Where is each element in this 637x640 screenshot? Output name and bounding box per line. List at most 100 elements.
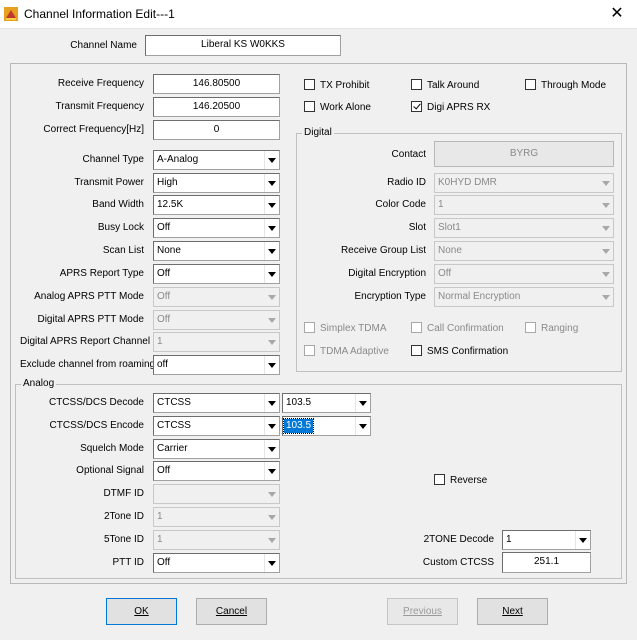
chevron-down-icon[interactable] — [264, 417, 279, 435]
band-width-label: Band Width — [92, 199, 144, 210]
five-tone-id-select[interactable]: 1 — [153, 530, 280, 550]
transmit-power-label: Transmit Power — [74, 177, 144, 188]
talk-around-checkbox[interactable]: Talk Around — [411, 79, 479, 92]
checkbox-icon[interactable] — [434, 474, 445, 485]
channel-type-select[interactable]: A-Analog — [153, 150, 280, 170]
chevron-down-icon — [598, 265, 613, 283]
checkbox-icon[interactable] — [411, 322, 422, 333]
chevron-down-icon[interactable] — [264, 356, 279, 374]
ranging-checkbox[interactable]: Ranging — [525, 322, 578, 335]
reverse-checkbox[interactable]: Reverse — [434, 474, 487, 487]
checkbox-icon[interactable] — [525, 79, 536, 90]
contact-button[interactable]: BYRG — [434, 141, 614, 167]
chevron-down-icon[interactable] — [264, 151, 279, 169]
checkbox-checked-icon[interactable] — [411, 101, 422, 112]
ctcss-decode-value-select[interactable]: 103.5 — [282, 393, 371, 413]
color-code-select[interactable]: 1 — [434, 195, 614, 215]
previous-button[interactable]: Previous — [387, 598, 458, 625]
checkbox-icon[interactable] — [304, 79, 315, 90]
chevron-down-icon[interactable] — [264, 462, 279, 480]
correct-frequency-label: Correct Frequency[Hz] — [43, 124, 144, 135]
radio-id-label: Radio ID — [387, 177, 426, 188]
encryption-type-select[interactable]: Normal Encryption — [434, 287, 614, 307]
digital-encryption-select[interactable]: Off — [434, 264, 614, 284]
custom-ctcss-field[interactable]: 251.1 — [502, 552, 591, 573]
analog-group-title: Analog — [21, 378, 57, 390]
through-mode-checkbox[interactable]: Through Mode — [525, 79, 606, 92]
ctcss-encode-type-select[interactable]: CTCSS — [153, 416, 280, 436]
chevron-down-icon[interactable] — [264, 394, 279, 412]
ctcss-decode-label: CTCSS/DCS Decode — [48, 397, 144, 408]
checkbox-icon[interactable] — [411, 345, 422, 356]
slot-select[interactable]: Slot1 — [434, 218, 614, 238]
chevron-down-icon[interactable] — [264, 554, 279, 572]
channel-type-label: Channel Type — [82, 154, 144, 165]
scan-list-select[interactable]: None — [153, 241, 280, 261]
simplex-tdma-checkbox[interactable]: Simplex TDMA — [304, 322, 387, 335]
ptt-id-select[interactable]: Off — [153, 553, 280, 573]
two-tone-decode-select[interactable]: 1 — [502, 530, 591, 550]
digital-encryption-label: Digital Encryption — [348, 268, 426, 279]
sms-confirmation-checkbox[interactable]: SMS Confirmation — [411, 345, 508, 358]
analog-aprs-ptt-mode-label: Analog APRS PTT Mode — [34, 291, 144, 302]
channel-name-field[interactable]: Liberal KS W0KKS — [145, 35, 341, 56]
checkbox-icon[interactable] — [304, 345, 315, 356]
analog-aprs-ptt-mode-select[interactable]: Off — [153, 287, 280, 307]
digital-aprs-report-channel-select[interactable]: 1 — [153, 332, 280, 352]
digital-aprs-ptt-mode-select[interactable]: Off — [153, 310, 280, 330]
cancel-button[interactable]: Cancel — [196, 598, 267, 625]
checkbox-icon[interactable] — [304, 101, 315, 112]
ctcss-decode-type-select[interactable]: CTCSS — [153, 393, 280, 413]
correct-frequency-field[interactable]: 0 — [153, 120, 280, 140]
squelch-mode-select[interactable]: Carrier — [153, 439, 280, 459]
transmit-power-select[interactable]: High — [153, 173, 280, 193]
checkbox-icon[interactable] — [411, 79, 422, 90]
chevron-down-icon — [264, 485, 279, 503]
dtmf-id-select[interactable] — [153, 484, 280, 504]
squelch-mode-label: Squelch Mode — [80, 443, 144, 454]
close-icon[interactable]: ✕ — [602, 3, 632, 25]
two-tone-id-select[interactable]: 1 — [153, 507, 280, 527]
aprs-report-type-select[interactable]: Off — [153, 264, 280, 284]
aprs-report-type-label: APRS Report Type — [59, 268, 144, 279]
receive-group-list-select[interactable]: None — [434, 241, 614, 261]
scan-list-label: Scan List — [102, 245, 144, 256]
chevron-down-icon[interactable] — [264, 265, 279, 283]
chevron-down-icon[interactable] — [264, 219, 279, 237]
tdma-adaptive-checkbox[interactable]: TDMA Adaptive — [304, 345, 389, 358]
window-title: Channel Information Edit---1 — [24, 7, 175, 21]
digital-aprs-ptt-mode-label: Digital APRS PTT Mode — [37, 314, 144, 325]
receive-frequency-field[interactable]: 146.80500 — [153, 74, 280, 94]
checkbox-icon[interactable] — [304, 322, 315, 333]
digi-aprs-rx-checkbox[interactable]: Digi APRS RX — [411, 101, 490, 114]
exclude-roaming-select[interactable]: off — [153, 355, 280, 375]
chevron-down-icon[interactable] — [264, 174, 279, 192]
chevron-down-icon[interactable] — [264, 242, 279, 260]
chevron-down-icon[interactable] — [355, 417, 370, 435]
transmit-frequency-field[interactable]: 146.20500 — [153, 97, 280, 117]
slot-label: Slot — [408, 222, 426, 233]
work-alone-checkbox[interactable]: Work Alone — [304, 101, 371, 114]
tx-prohibit-checkbox[interactable]: TX Prohibit — [304, 79, 369, 92]
exclude-roaming-label: Exclude channel from roaming — [20, 359, 156, 370]
band-width-select[interactable]: 12.5K — [153, 195, 280, 215]
two-tone-id-label: 2Tone ID — [103, 511, 144, 522]
ok-button[interactable]: OK — [106, 598, 177, 625]
chevron-down-icon — [264, 288, 279, 306]
chevron-down-icon[interactable] — [264, 440, 279, 458]
checkbox-icon[interactable] — [525, 322, 536, 333]
chevron-down-icon — [264, 333, 279, 351]
chevron-down-icon — [264, 311, 279, 329]
call-confirmation-checkbox[interactable]: Call Confirmation — [411, 322, 504, 335]
chevron-down-icon[interactable] — [264, 196, 279, 214]
two-tone-decode-label: 2TONE Decode — [423, 534, 494, 545]
ctcss-encode-value-select[interactable]: 103.5 — [282, 416, 371, 436]
busy-lock-select[interactable]: Off — [153, 218, 280, 238]
chevron-down-icon[interactable] — [575, 531, 590, 549]
next-button[interactable]: Next — [477, 598, 548, 625]
transmit-frequency-label: Transmit Frequency — [55, 101, 144, 112]
optional-signal-select[interactable]: Off — [153, 461, 280, 481]
app-icon — [4, 7, 18, 21]
chevron-down-icon[interactable] — [355, 394, 370, 412]
radio-id-select[interactable]: K0HYD DMR — [434, 173, 614, 193]
